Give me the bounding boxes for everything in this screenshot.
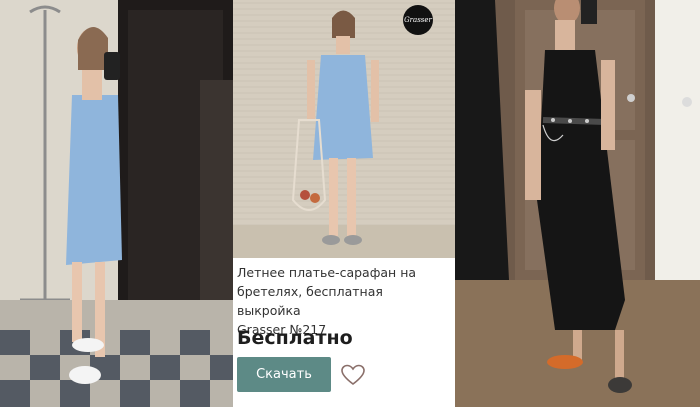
brand-logo: Grasser: [403, 5, 433, 35]
product-price: Бесплатно: [237, 327, 353, 349]
product-card: Grasser Летнее платье-сарафан на бретеля…: [233, 0, 455, 407]
photo-blue-dress-selfie: [0, 0, 233, 407]
selfie-black-dress-image: [455, 0, 700, 407]
product-title-line: Летнее платье-сарафан на: [237, 265, 417, 280]
selfie-blue-dress-image: [0, 0, 233, 407]
photo-black-dress-selfie: [455, 0, 700, 407]
heart-icon[interactable]: [341, 364, 365, 386]
product-title-line: бретелях, бесплатная выкройка: [237, 284, 383, 318]
product-photo[interactable]: [233, 0, 455, 258]
download-button[interactable]: Скачать: [237, 357, 331, 392]
